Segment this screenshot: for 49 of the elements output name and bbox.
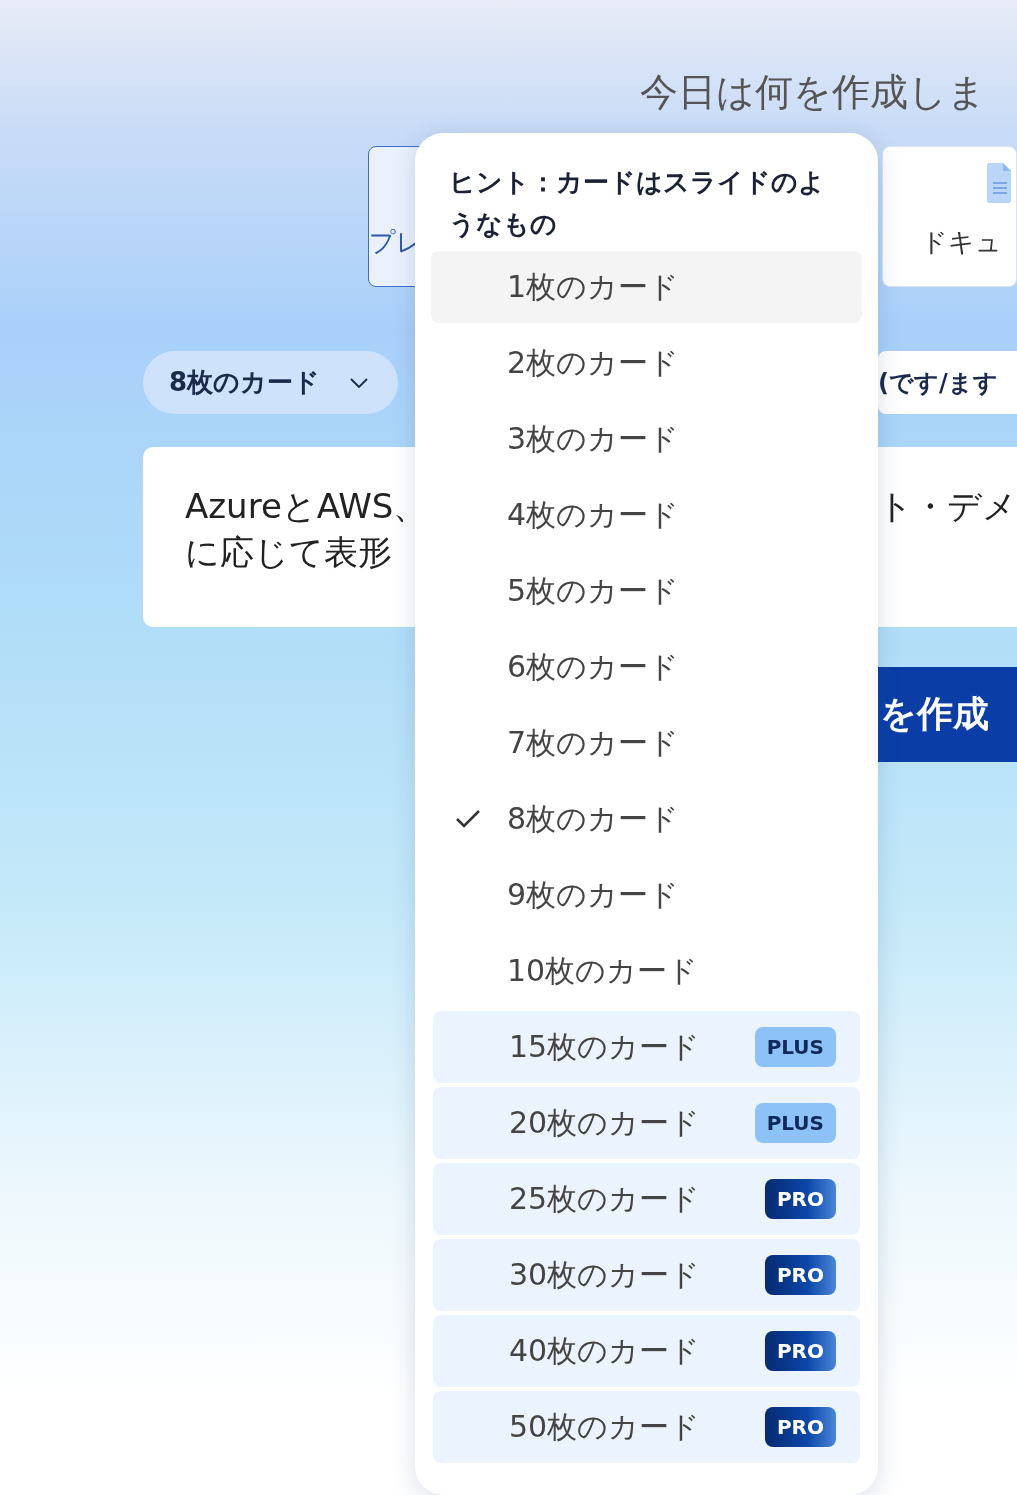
item-label: 6枚のカード	[507, 647, 681, 686]
item-label: 10枚のカード	[507, 951, 700, 990]
plan-badge: PRO	[764, 1407, 836, 1447]
item-label: 50枚のカード	[509, 1407, 702, 1446]
plan-badge: PRO	[764, 1255, 836, 1295]
dropdown-item[interactable]: 2枚のカード	[431, 327, 862, 399]
item-label: 40枚のカード	[509, 1331, 702, 1370]
dropdown-item[interactable]: 20枚のカード PLUS	[433, 1087, 860, 1159]
item-label: 7枚のカード	[507, 723, 681, 762]
dropdown-item[interactable]: 4枚のカード	[431, 479, 862, 551]
item-label: 8枚のカード	[507, 799, 681, 838]
dropdown-item[interactable]: 10枚のカード	[431, 935, 862, 1007]
dropdown-item[interactable]: 3枚のカード	[431, 403, 862, 475]
plan-badge: PRO	[764, 1179, 836, 1219]
dropdown-item[interactable]: 9枚のカード	[431, 859, 862, 931]
generate-button[interactable]: を作成	[878, 667, 1017, 762]
prompt-text: AzureとAWS、	[185, 485, 428, 528]
item-label: 1枚のカード	[507, 267, 681, 306]
card-count-select[interactable]: 8枚のカード	[143, 351, 398, 414]
plan-badge: PLUS	[754, 1027, 836, 1067]
item-label: 30枚のカード	[509, 1255, 702, 1294]
item-label: 9枚のカード	[507, 875, 681, 914]
plan-badge: PLUS	[754, 1103, 836, 1143]
item-label: 2枚のカード	[507, 343, 681, 382]
item-label: 3枚のカード	[507, 419, 681, 458]
dropdown-item[interactable]: 5枚のカード	[431, 555, 862, 627]
item-label: 4枚のカード	[507, 495, 681, 534]
dropdown-item[interactable]: 8枚のカード	[431, 783, 862, 855]
dropdown-item[interactable]: 25枚のカード PRO	[433, 1163, 860, 1235]
document-icon	[987, 163, 1011, 203]
prompt-text: に応じて表形	[185, 531, 393, 574]
dropdown-item[interactable]: 30枚のカード PRO	[433, 1239, 860, 1311]
item-label: 15枚のカード	[509, 1027, 702, 1066]
item-label: 5枚のカード	[507, 571, 681, 610]
prompt-text: ト・デメ	[878, 485, 1017, 528]
dropdown-item[interactable]: 15枚のカード PLUS	[433, 1011, 860, 1083]
dropdown-item[interactable]: 40枚のカード PRO	[433, 1315, 860, 1387]
item-label: 25枚のカード	[509, 1179, 702, 1218]
language-select[interactable]: (です/ます	[878, 351, 1017, 414]
item-label: 20枚のカード	[509, 1103, 702, 1142]
hint-text: ヒント：カードはスライドのようなもの	[448, 166, 826, 241]
plan-badge: PRO	[764, 1331, 836, 1371]
dropdown-item[interactable]: 7枚のカード	[431, 707, 862, 779]
dropdown-item[interactable]: 1枚のカード	[431, 251, 862, 323]
dropdown-item[interactable]: 6枚のカード	[431, 631, 862, 703]
dropdown-item[interactable]: 50枚のカード PRO	[433, 1391, 860, 1463]
chevron-down-icon	[350, 377, 369, 388]
format-tab[interactable]: ドキュ	[882, 146, 1017, 287]
subtitle: 今日は何を作成しま	[640, 69, 986, 116]
